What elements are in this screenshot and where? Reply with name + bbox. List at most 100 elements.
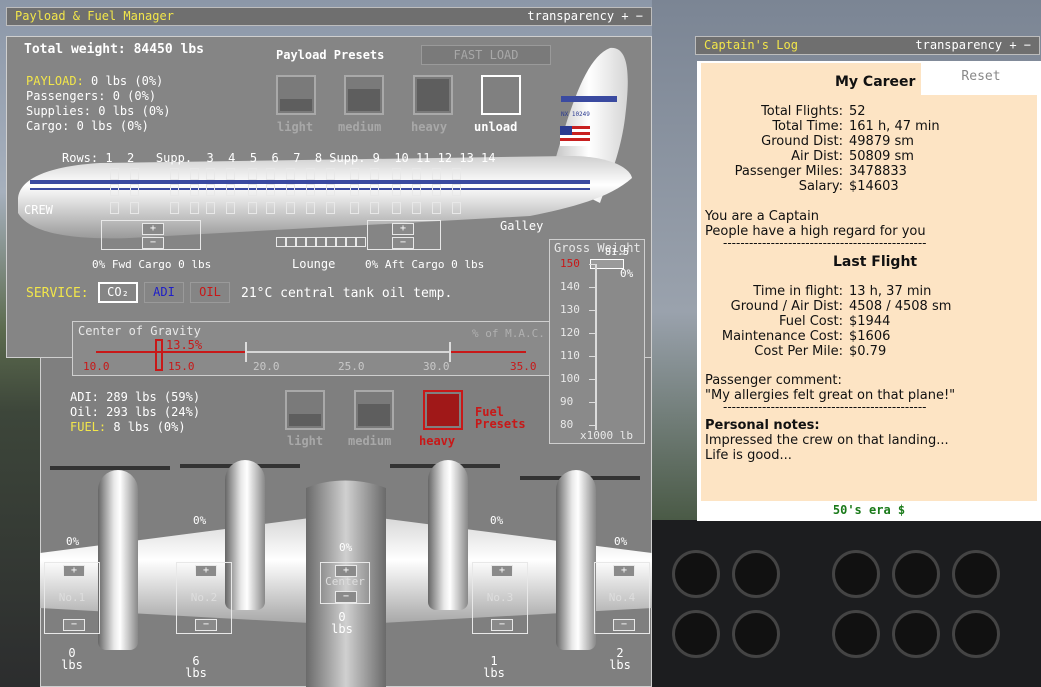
log-titlebar[interactable]: Captain's Log transparency + − xyxy=(695,36,1040,55)
fwd-cargo-minus-button[interactable]: − xyxy=(142,237,164,249)
seat-checkbox[interactable] xyxy=(306,184,315,196)
seat-checkbox[interactable] xyxy=(392,184,401,196)
lounge-seat-checkbox[interactable] xyxy=(316,237,326,247)
payload-preset-unload-button[interactable] xyxy=(481,75,521,115)
fuel-tank-plus-button[interactable]: + xyxy=(613,565,635,577)
seat-checkbox[interactable] xyxy=(412,202,421,214)
seat-checkbox[interactable] xyxy=(190,202,199,214)
fuel-preset-heavy-button[interactable] xyxy=(423,390,463,430)
seat-checkbox[interactable] xyxy=(130,184,139,196)
cg-indicator[interactable] xyxy=(155,339,163,371)
seat-checkbox[interactable] xyxy=(248,202,257,214)
fuel-tank-minus-button[interactable]: − xyxy=(613,619,635,631)
fuel-tank-minus-button[interactable]: − xyxy=(195,619,217,631)
cg-tick-20: 20.0 xyxy=(253,360,280,373)
payload-panel-titlebar[interactable]: Payload & Fuel Manager transparency + − xyxy=(6,7,652,26)
seat-checkbox[interactable] xyxy=(326,202,335,214)
fuel-tank-plus-button[interactable]: + xyxy=(491,565,513,577)
log-reset-tab[interactable]: Reset xyxy=(921,63,1041,95)
seat-checkbox[interactable] xyxy=(432,202,441,214)
seat-checkbox[interactable] xyxy=(286,168,295,180)
gross-weight-tick: 100 xyxy=(560,372,580,385)
cg-scale xyxy=(96,342,526,362)
seat-checkbox[interactable] xyxy=(170,202,179,214)
fuel-tank-minus-button[interactable]: − xyxy=(491,619,513,631)
fuel-preset-light-button[interactable] xyxy=(285,390,325,430)
seat-checkbox[interactable] xyxy=(326,168,335,180)
seat-checkbox[interactable] xyxy=(130,168,139,180)
lounge-seat-checkbox[interactable] xyxy=(306,237,316,247)
seat-checkbox[interactable] xyxy=(226,184,235,196)
seat-checkbox[interactable] xyxy=(370,202,379,214)
payload-preset-heavy-button[interactable] xyxy=(413,75,453,115)
seat-checkbox[interactable] xyxy=(226,202,235,214)
lounge-seat-checkbox[interactable] xyxy=(296,237,306,247)
payload-transparency-control[interactable]: transparency + − xyxy=(527,8,643,25)
flight-value: $1606 xyxy=(849,329,891,344)
service-adi-button[interactable]: ADI xyxy=(144,282,184,303)
seat-checkbox[interactable] xyxy=(206,168,215,180)
aft-cargo-minus-button[interactable]: − xyxy=(392,237,414,249)
seat-checkbox[interactable] xyxy=(110,202,119,214)
seat-checkbox[interactable] xyxy=(130,202,139,214)
log-transparency-control[interactable]: transparency + − xyxy=(915,37,1031,54)
payload-preset-medium-button[interactable] xyxy=(344,75,384,115)
service-co2-button[interactable]: CO₂ xyxy=(98,282,138,303)
seat-checkbox[interactable] xyxy=(110,184,119,196)
seat-checkbox[interactable] xyxy=(206,202,215,214)
seat-checkbox[interactable] xyxy=(306,168,315,180)
seat-checkbox[interactable] xyxy=(266,202,275,214)
lounge-seat-checkbox[interactable] xyxy=(276,237,286,247)
lounge-seat-checkbox[interactable] xyxy=(326,237,336,247)
seat-checkbox[interactable] xyxy=(190,168,199,180)
fast-load-button[interactable]: FAST LOAD xyxy=(421,45,551,65)
seat-checkbox[interactable] xyxy=(326,184,335,196)
seat-checkbox[interactable] xyxy=(350,184,359,196)
seat-checkbox[interactable] xyxy=(170,168,179,180)
seat-checkbox[interactable] xyxy=(110,168,119,180)
aft-cargo-plus-button[interactable]: + xyxy=(392,223,414,235)
lounge-seat-checkbox[interactable] xyxy=(356,237,366,247)
fuel-tank-minus-button[interactable]: − xyxy=(335,591,357,603)
seat-checkbox[interactable] xyxy=(226,168,235,180)
log-separator-2: ----------------------------------------… xyxy=(723,400,927,414)
service-oil-button[interactable]: OIL xyxy=(190,282,230,303)
seat-checkbox[interactable] xyxy=(432,168,441,180)
cg-tick-30: 30.0 xyxy=(423,360,450,373)
seat-checkbox[interactable] xyxy=(286,184,295,196)
seat-checkbox[interactable] xyxy=(412,168,421,180)
seat-checkbox[interactable] xyxy=(248,168,257,180)
fwd-cargo-plus-button[interactable]: + xyxy=(142,223,164,235)
seat-checkbox[interactable] xyxy=(350,168,359,180)
seat-checkbox[interactable] xyxy=(266,168,275,180)
seat-checkbox[interactable] xyxy=(392,168,401,180)
seat-checkbox[interactable] xyxy=(286,202,295,214)
seat-checkbox[interactable] xyxy=(452,184,461,196)
seat-checkbox[interactable] xyxy=(452,168,461,180)
seat-checkbox[interactable] xyxy=(306,202,315,214)
seat-checkbox[interactable] xyxy=(412,184,421,196)
gross-weight-tick: 80 xyxy=(560,418,574,431)
gauge-1 xyxy=(672,550,720,598)
last-flight-stats: Time in flight: 13 h, 37 min Ground / Air… xyxy=(697,284,952,359)
seat-checkbox[interactable] xyxy=(370,184,379,196)
log-career-tab[interactable]: My Career xyxy=(835,74,915,90)
payload-preset-light-button[interactable] xyxy=(276,75,316,115)
lounge-seat-checkbox[interactable] xyxy=(286,237,296,247)
seat-checkbox[interactable] xyxy=(266,184,275,196)
seat-checkbox[interactable] xyxy=(170,184,179,196)
lounge-seat-checkbox[interactable] xyxy=(346,237,356,247)
seat-checkbox[interactable] xyxy=(392,202,401,214)
seat-checkbox[interactable] xyxy=(248,184,257,196)
seat-checkbox[interactable] xyxy=(370,168,379,180)
seat-checkbox[interactable] xyxy=(190,184,199,196)
seat-checkbox[interactable] xyxy=(432,184,441,196)
seat-checkbox[interactable] xyxy=(350,202,359,214)
fuel-tank-plus-button[interactable]: + xyxy=(63,565,85,577)
seat-checkbox[interactable] xyxy=(452,202,461,214)
fuel-preset-medium-button[interactable] xyxy=(354,390,394,430)
lounge-seat-checkbox[interactable] xyxy=(336,237,346,247)
fuel-tank-minus-button[interactable]: − xyxy=(63,619,85,631)
fuel-tank-plus-button[interactable]: + xyxy=(195,565,217,577)
seat-checkbox[interactable] xyxy=(206,184,215,196)
